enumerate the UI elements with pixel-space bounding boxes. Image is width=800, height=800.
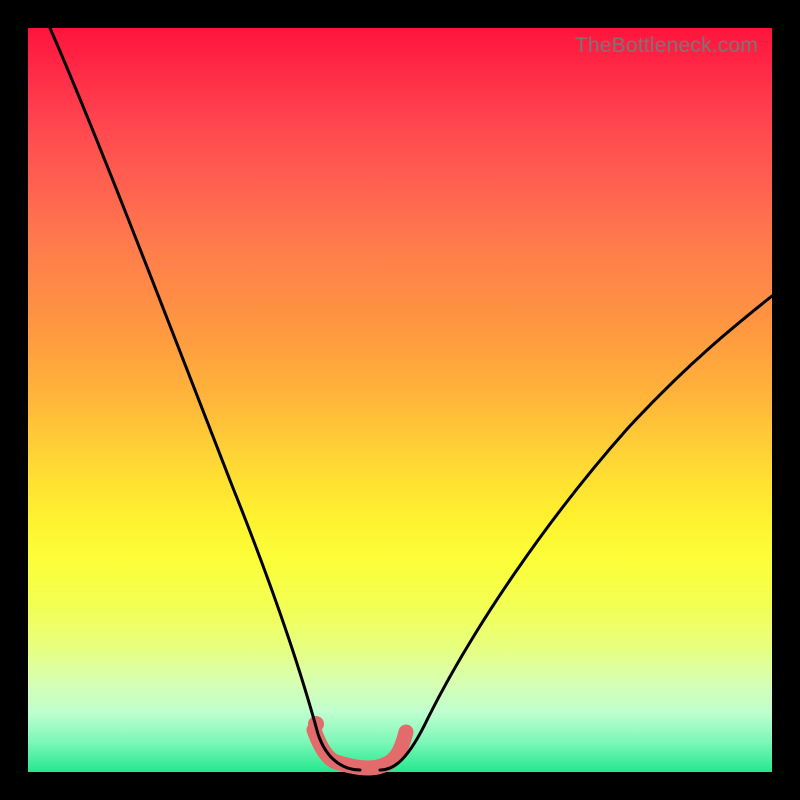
plot-area: TheBottleneck.com: [28, 28, 772, 772]
left-curve: [50, 28, 360, 770]
curve-layer: [28, 28, 772, 772]
right-curve: [380, 296, 772, 770]
valley-bump: [314, 730, 406, 768]
chart-stage: TheBottleneck.com: [0, 0, 800, 800]
